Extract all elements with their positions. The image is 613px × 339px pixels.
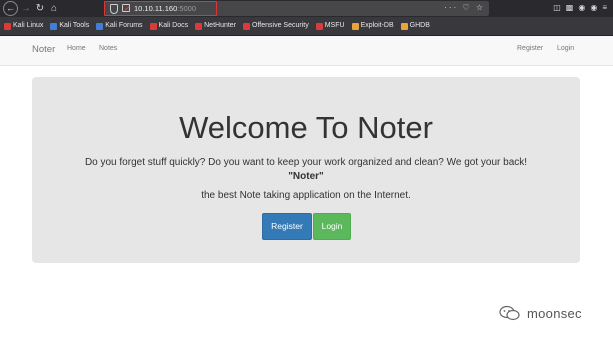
bookmark-favicon-icon xyxy=(50,22,58,30)
browser-toolbar: ← → ↻ ⌂ 10.10.11.160:5000 ··· ♡ ☆ ◫ ▩ ◉ … xyxy=(0,0,613,17)
hero-title: Welcome To Noter xyxy=(179,110,433,145)
bookmark-ghdb[interactable]: GHDB xyxy=(400,21,430,31)
home-icon[interactable]: ⌂ xyxy=(48,3,60,15)
bookmark-kali-forums[interactable]: Kali Forums xyxy=(96,21,143,31)
watermark-text: moonsec xyxy=(527,305,582,321)
bookmark-kali-linux[interactable]: Kali Linux xyxy=(4,21,43,31)
url-host: 10.10.11.160 xyxy=(134,4,178,13)
back-icon[interactable]: ← xyxy=(3,1,18,16)
bookmark-favicon-icon xyxy=(351,22,359,30)
bookmark-favicon-icon xyxy=(195,22,203,30)
bookmark-label: Kali Forums xyxy=(105,22,143,29)
site-navbar: Noter Home Notes Register Login xyxy=(0,36,613,66)
watermark: moonsec xyxy=(499,305,582,321)
bookmark-nethunter[interactable]: NetHunter xyxy=(195,21,236,31)
bookmark-exploit-db[interactable]: Exploit-DB xyxy=(351,21,394,31)
bookmark-label: Kali Docs xyxy=(158,22,189,29)
nav-link-login[interactable]: Login xyxy=(557,45,574,52)
hero-brand-quote: "Noter" xyxy=(288,171,324,182)
hero-tagline: Do you forget stuff quickly? Do you want… xyxy=(84,157,528,168)
bookmark-favicon-icon xyxy=(400,22,408,30)
wechat-icon xyxy=(499,305,520,321)
tracking-shield-icon[interactable] xyxy=(110,4,118,14)
bookmark-favicon-icon xyxy=(149,22,157,30)
bookmark-offensive-security[interactable]: Offensive Security xyxy=(243,21,309,31)
nav-link-register[interactable]: Register xyxy=(517,45,543,52)
nav-link-home[interactable]: Home xyxy=(67,45,86,52)
bookmark-label: Kali Linux xyxy=(13,22,44,29)
bookmark-kali-tools[interactable]: Kali Tools xyxy=(50,21,89,31)
navbar-brand[interactable]: Noter xyxy=(32,44,55,55)
login-button[interactable]: Login xyxy=(313,213,351,240)
hero-subtitle: the best Note taking application on the … xyxy=(201,190,411,201)
bookmark-favicon-icon xyxy=(96,22,104,30)
insecure-lock-icon[interactable] xyxy=(122,4,130,12)
toolbar-icons: ◫ ▩ ◉ ◉ ≡ xyxy=(553,2,607,14)
page-actions-icons[interactable]: ··· ♡ ☆ xyxy=(444,2,485,14)
bookmark-label: NetHunter xyxy=(204,22,237,29)
menu-icon[interactable]: ≡ xyxy=(602,2,607,14)
bookmark-label: Offensive Security xyxy=(252,22,309,29)
bookmark-kali-docs[interactable]: Kali Docs xyxy=(149,21,189,31)
bookmark-favicon-icon xyxy=(4,22,11,30)
reload-icon[interactable]: ↻ xyxy=(34,3,46,15)
bookmark-label: MSFU xyxy=(324,22,345,29)
url-port: :5000 xyxy=(177,4,197,13)
sidebar-icon[interactable]: ▩ xyxy=(566,2,574,14)
bookmark-label: GHDB xyxy=(409,22,430,29)
bookmark-favicon-icon xyxy=(243,22,251,30)
forward-icon[interactable]: → xyxy=(20,3,32,15)
extension-icon[interactable]: ◉ xyxy=(590,2,597,14)
bookmark-favicon-icon xyxy=(315,22,323,30)
register-button[interactable]: Register xyxy=(262,213,312,240)
url-bar[interactable]: 10.10.11.160:5000 ··· ♡ ☆ xyxy=(104,1,489,16)
nav-link-notes[interactable]: Notes xyxy=(99,45,117,52)
bookmarks-bar: Kali Linux Kali Tools Kali Forums Kali D… xyxy=(0,17,613,36)
firefox-account-icon[interactable]: ◉ xyxy=(578,2,585,14)
bookmark-label: Kali Tools xyxy=(59,22,90,29)
url-text[interactable]: 10.10.11.160:5000 xyxy=(134,3,196,14)
library-icon[interactable]: ◫ xyxy=(553,2,561,14)
hero-jumbotron: Welcome To Noter Do you forget stuff qui… xyxy=(32,77,580,263)
bookmark-msfu[interactable]: MSFU xyxy=(315,21,345,31)
bookmark-label: Exploit-DB xyxy=(360,22,394,29)
